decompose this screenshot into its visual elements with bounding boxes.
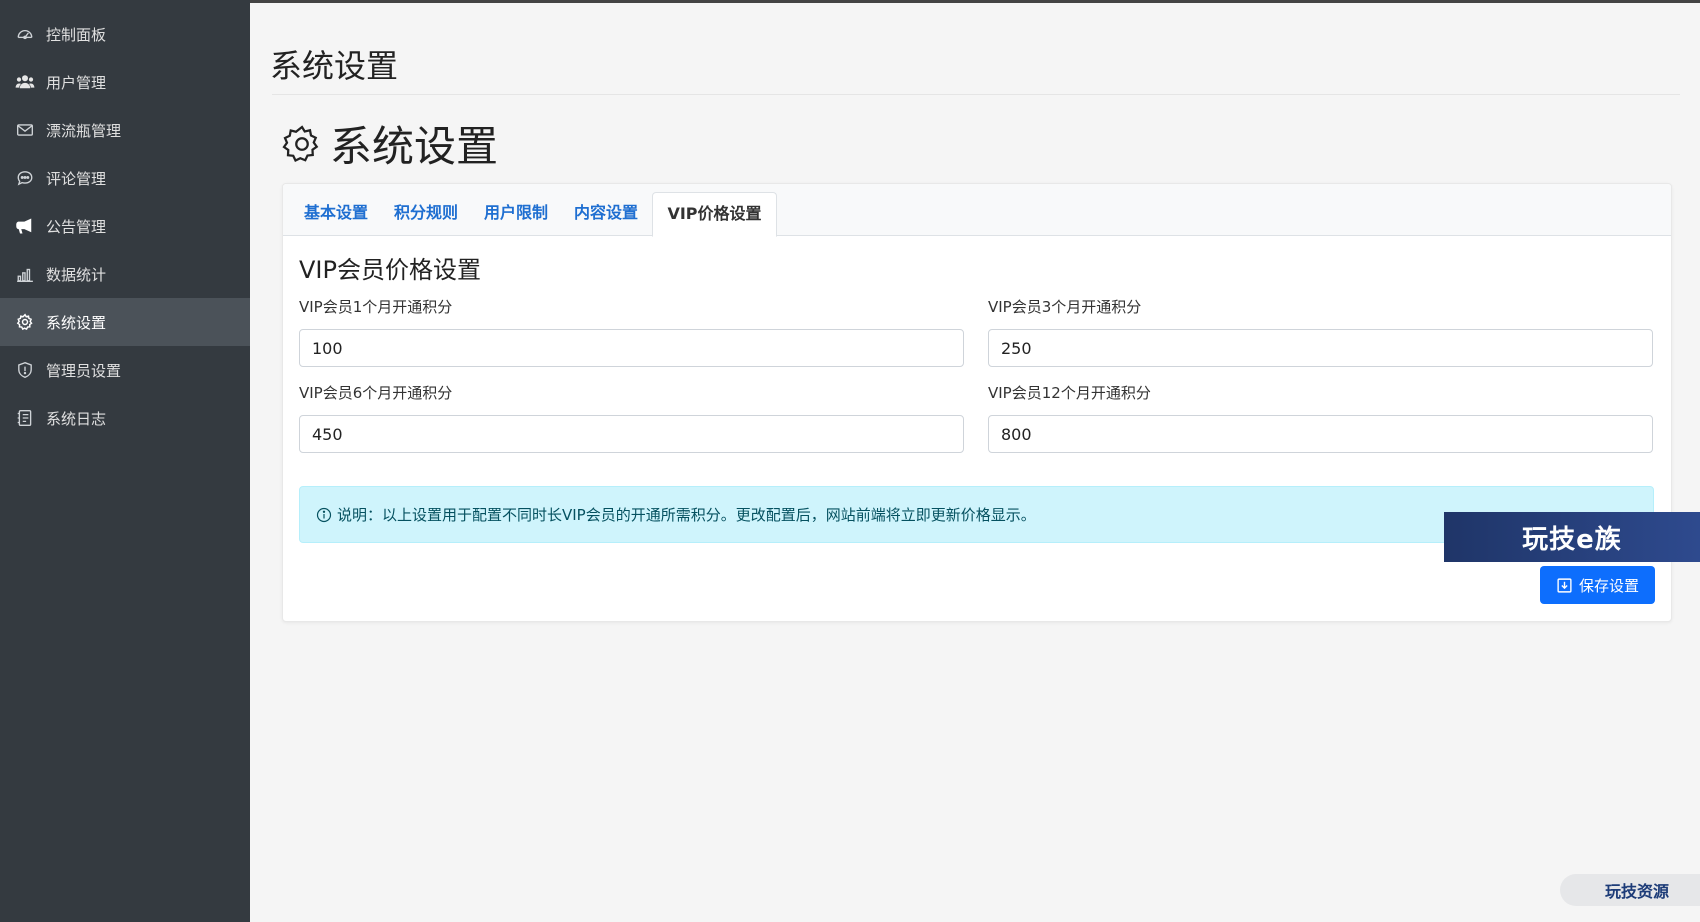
settings-tabs: 基本设置 积分规则 用户限制 内容设置 VIP价格设置 xyxy=(283,184,1671,237)
sidebar-item-dashboard[interactable]: 控制面板 xyxy=(0,10,250,58)
download-icon xyxy=(1557,577,1572,593)
speedometer-icon xyxy=(14,23,36,45)
sidebar-item-label: 漂流瓶管理 xyxy=(46,121,122,140)
envelope-icon xyxy=(14,119,36,141)
vip-6-month-label: VIP会员6个月开通积分 xyxy=(299,384,453,402)
settings-heading: 系统设置 xyxy=(282,113,498,174)
vip-1-month-label: VIP会员1个月开通积分 xyxy=(299,298,453,316)
vip-6-month-input[interactable] xyxy=(299,415,964,453)
sidebar-item-logs[interactable]: 系统日志 xyxy=(0,394,250,442)
sidebar-item-admins[interactable]: 管理员设置 xyxy=(0,346,250,394)
vip-3-month-label: VIP会员3个月开通积分 xyxy=(988,298,1142,316)
sidebar-item-label: 控制面板 xyxy=(46,25,107,44)
tab-vip-price[interactable]: VIP价格设置 xyxy=(652,192,777,237)
info-alert-text: 说明：以上设置用于配置不同时长VIP会员的开通所需积分。更改配置后，网站前端将立… xyxy=(337,506,1036,524)
sidebar-item-label: 系统日志 xyxy=(46,409,107,428)
tab-user-limits[interactable]: 用户限制 xyxy=(471,192,561,234)
sidebar-item-label: 管理员设置 xyxy=(46,361,122,380)
sidebar-item-settings[interactable]: 系统设置 xyxy=(0,298,250,346)
users-icon xyxy=(14,71,36,93)
tab-points-rules[interactable]: 积分规则 xyxy=(381,192,471,234)
watermark-pill: 玩技资源 xyxy=(1560,874,1700,906)
settings-heading-text: 系统设置 xyxy=(330,122,499,171)
sidebar-item-announcements[interactable]: 公告管理 xyxy=(0,202,250,250)
sidebar-item-comments[interactable]: 评论管理 xyxy=(0,154,250,202)
watermark-banner: 玩技e族 xyxy=(1444,512,1700,562)
journal-icon xyxy=(14,407,36,429)
chat-icon xyxy=(14,167,36,189)
save-button-label: 保存设置 xyxy=(1578,576,1639,595)
sidebar-item-bottles[interactable]: 漂流瓶管理 xyxy=(0,106,250,154)
gear-icon xyxy=(14,311,36,333)
sidebar-item-users[interactable]: 用户管理 xyxy=(0,58,250,106)
sidebar: 控制面板 用户管理 漂流瓶管理 评论管理 公告管理 数据统计 系统设置 管理员设… xyxy=(0,0,250,922)
info-circle-icon xyxy=(316,507,332,522)
vip-12-month-label: VIP会员12个月开通积分 xyxy=(988,384,1151,402)
gear-icon xyxy=(282,124,319,162)
sidebar-item-statistics[interactable]: 数据统计 xyxy=(0,250,250,298)
sidebar-nav: 控制面板 用户管理 漂流瓶管理 评论管理 公告管理 数据统计 系统设置 管理员设… xyxy=(0,0,250,442)
main-content: 系统设置 系统设置 基本设置 积分规则 用户限制 内容设置 VIP价格设置 VI… xyxy=(250,3,1700,922)
sidebar-item-label: 用户管理 xyxy=(46,73,107,92)
sidebar-item-label: 公告管理 xyxy=(46,217,107,236)
tab-basic[interactable]: 基本设置 xyxy=(291,192,381,234)
bar-chart-icon xyxy=(14,263,36,285)
vip-12-month-input[interactable] xyxy=(988,415,1653,453)
sidebar-item-label: 评论管理 xyxy=(46,169,107,188)
vip-3-month-input[interactable] xyxy=(988,329,1653,367)
tab-content[interactable]: 内容设置 xyxy=(561,192,651,234)
save-button[interactable]: 保存设置 xyxy=(1540,566,1655,604)
megaphone-icon xyxy=(14,215,36,237)
title-divider xyxy=(272,94,1680,95)
sidebar-item-label: 数据统计 xyxy=(46,265,107,284)
sidebar-item-label: 系统设置 xyxy=(46,313,107,332)
page-title: 系统设置 xyxy=(270,47,399,85)
vip-1-month-input[interactable] xyxy=(299,329,964,367)
shield-icon xyxy=(14,359,36,381)
section-title: VIP会员价格设置 xyxy=(299,256,481,284)
